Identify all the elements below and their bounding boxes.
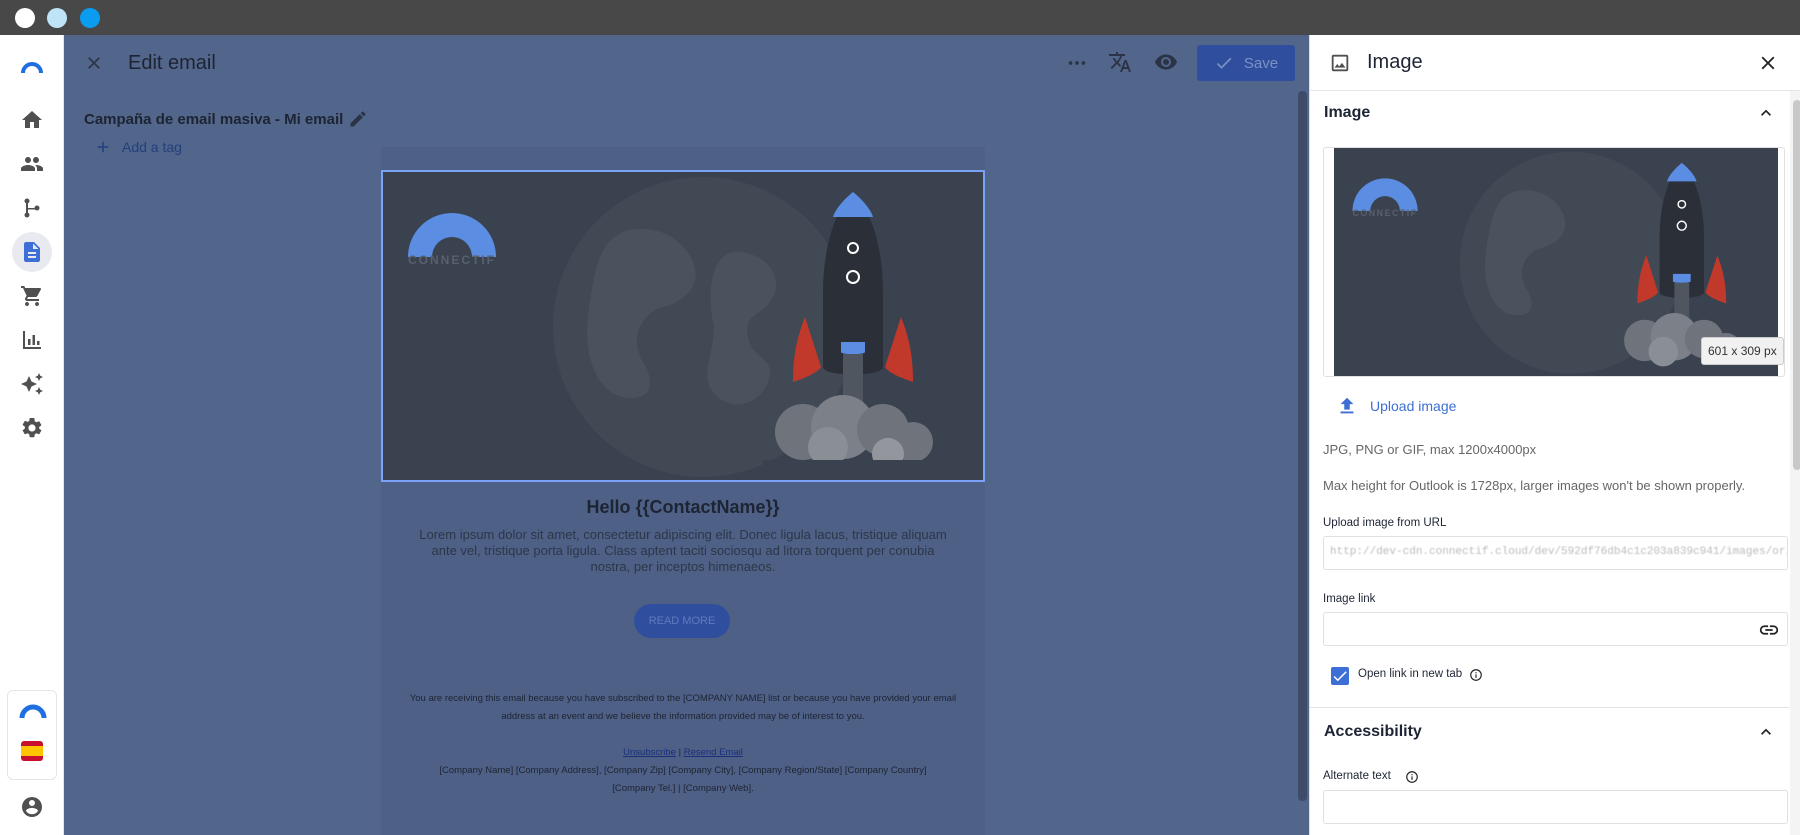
- url-field-label: Upload image from URL: [1323, 517, 1447, 529]
- image-link-input[interactable]: [1323, 612, 1788, 646]
- email-body-text: Lorem ipsum dolor sit amet, consectetur …: [419, 527, 947, 574]
- footer-disclaimer: You are receiving this email because you…: [409, 693, 957, 722]
- translate-icon: [1109, 52, 1131, 72]
- upload-icon: [1340, 397, 1354, 414]
- window-close-button[interactable]: [15, 8, 35, 28]
- campaign-name: Campaña de email masiva - Mi email: [84, 111, 343, 128]
- chevron-up-icon: [1761, 109, 1771, 116]
- nav-ecommerce[interactable]: [12, 276, 52, 316]
- add-tag-label: Add a tag: [122, 139, 182, 155]
- nav-contacts[interactable]: [12, 144, 52, 184]
- cart-icon: [21, 286, 42, 306]
- nav-account[interactable]: [12, 787, 52, 827]
- page-title: Edit email: [128, 52, 216, 74]
- unsubscribe-link[interactable]: Unsubscribe: [623, 747, 676, 758]
- nav-reports[interactable]: [12, 320, 52, 360]
- plus-icon: [97, 141, 109, 153]
- collapse-image-section-button[interactable]: [1756, 103, 1776, 123]
- image-url-input[interactable]: http://dev-cdn.connectif.cloud/dev/592df…: [1323, 536, 1788, 570]
- preview-brand-text: CONNECTIF: [1353, 208, 1418, 218]
- rocket-illustration: CONNECTIF: [408, 177, 983, 480]
- pencil-icon: [350, 111, 366, 127]
- nav-ai[interactable]: [12, 364, 52, 404]
- outlook-help-text: Max height for Outlook is 1728px, larger…: [1323, 478, 1746, 493]
- image-url-value: http://dev-cdn.connectif.cloud/dev/592df…: [1330, 546, 1788, 558]
- image-properties-panel: Image Image CONNECTIF 601 x 309 px Uploa…: [1309, 35, 1800, 835]
- left-navigation: [0, 35, 64, 835]
- editor-scrollbar[interactable]: [1298, 91, 1307, 801]
- account-circle-icon: [22, 797, 42, 817]
- email-editor: Edit email Save Campaña de email masiva …: [64, 35, 1309, 835]
- add-tag-button[interactable]: Add a tag: [94, 138, 182, 156]
- open-new-tab-checkbox[interactable]: [1331, 667, 1349, 685]
- hero-brand-text: CONNECTIF: [408, 253, 496, 267]
- edit-name-button[interactable]: [346, 107, 370, 131]
- panel-title: Image: [1367, 51, 1423, 73]
- connectif-logo-icon: [21, 62, 43, 74]
- window-minimize-button[interactable]: [47, 8, 67, 28]
- preview-button[interactable]: [1153, 49, 1179, 75]
- nav-content[interactable]: [12, 232, 52, 272]
- home-icon: [22, 111, 42, 128]
- info-icon[interactable]: [1405, 770, 1419, 784]
- gear-icon: [22, 417, 42, 438]
- panel-scrollbar[interactable]: [1793, 100, 1800, 470]
- account-switcher: [7, 690, 57, 780]
- connectif-logo-icon: [19, 704, 47, 719]
- image-dimensions-badge: 601 x 309 px: [1701, 337, 1784, 365]
- people-icon: [21, 157, 43, 171]
- open-new-tab-label: Open link in new tab: [1358, 668, 1463, 680]
- close-editor-button[interactable]: [82, 51, 106, 75]
- more-options-button[interactable]: [1065, 51, 1089, 75]
- flow-icon: [24, 198, 40, 218]
- window-titlebar: [0, 0, 1800, 35]
- info-icon[interactable]: [1469, 668, 1483, 682]
- close-panel-button[interactable]: [1756, 51, 1780, 75]
- tenant-logo[interactable]: [18, 701, 48, 721]
- upload-image-label: Upload image: [1370, 398, 1457, 414]
- save-button-label: Save: [1243, 54, 1279, 72]
- section-divider: [1310, 707, 1790, 708]
- check-icon: [1216, 57, 1232, 69]
- footer-address: [Company Name] [Company Address], [Compa…: [439, 765, 927, 776]
- footer-link-separator: |: [678, 747, 682, 758]
- document-icon: [24, 242, 40, 262]
- panel-header: Image: [1310, 35, 1800, 91]
- hero-image-block[interactable]: CONNECTIF: [381, 170, 985, 482]
- footer-links: Unsubscribe | Resend Email: [406, 744, 960, 762]
- campaign-name-text: Campaña de email masiva - Mi email: [84, 111, 344, 128]
- section-accessibility-heading: Accessibility: [1324, 723, 1422, 740]
- email-footer: You are receiving this email because you…: [406, 690, 960, 798]
- editor-toolbar: Edit email Save: [64, 35, 1309, 91]
- nav-settings[interactable]: [12, 408, 52, 448]
- brand-logo[interactable]: [12, 48, 52, 88]
- alt-text-label: Alternate text: [1323, 770, 1391, 782]
- email-greeting: Hello {{ContactName}}: [586, 497, 780, 517]
- image-link-label: Image link: [1323, 593, 1376, 605]
- check-icon: [1333, 671, 1347, 682]
- chevron-up-icon: [1761, 728, 1771, 735]
- link-icon[interactable]: [1758, 619, 1780, 641]
- resend-email-link[interactable]: Resend Email: [684, 747, 743, 758]
- nav-home[interactable]: [12, 100, 52, 140]
- save-button[interactable]: Save: [1197, 45, 1295, 81]
- sparkle-icon: [21, 373, 43, 395]
- more-horizontal-icon: [1068, 61, 1086, 65]
- section-image-heading: Image: [1324, 104, 1371, 121]
- translate-button[interactable]: [1107, 49, 1133, 75]
- upload-image-button[interactable]: Upload image: [1336, 395, 1456, 417]
- formats-help-text: JPG, PNG or GIF, max 1200x4000px: [1323, 442, 1537, 457]
- footer-contact: [Company Tel.] | [Company Web].: [612, 783, 754, 794]
- nav-workflows[interactable]: [12, 188, 52, 228]
- read-more-button[interactable]: READ MORE: [634, 604, 730, 638]
- collapse-accessibility-section-button[interactable]: [1756, 722, 1776, 742]
- language-flag-es[interactable]: [21, 741, 43, 761]
- window-maximize-button[interactable]: [80, 8, 100, 28]
- image-icon: [1328, 51, 1352, 75]
- alt-text-input[interactable]: [1323, 790, 1788, 824]
- close-icon: [1761, 56, 1775, 70]
- eye-icon: [1155, 54, 1177, 70]
- bar-chart-icon: [23, 331, 41, 349]
- close-icon: [88, 57, 100, 69]
